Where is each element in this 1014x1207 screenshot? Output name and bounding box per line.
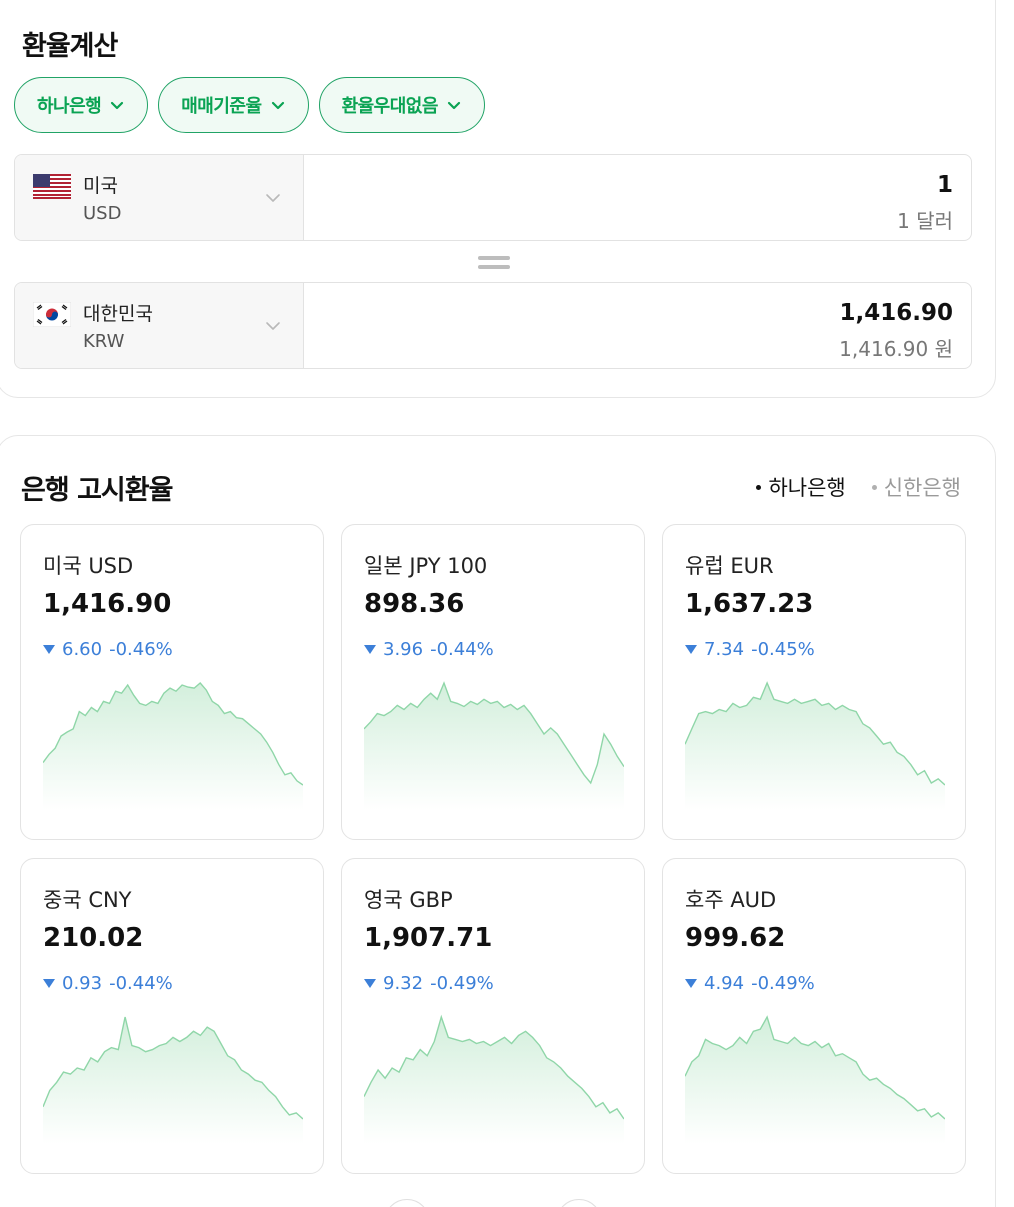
- bank-select-chip[interactable]: 하나은행: [14, 77, 149, 133]
- rate-card-rate: 1,637.23: [685, 589, 814, 619]
- rate-card-currency: 중국 CNY: [43, 888, 132, 912]
- bank-rates-title: 은행 고시환율: [21, 475, 173, 506]
- rate-card-change: 4.94 -0.49%: [685, 973, 815, 994]
- down-arrow-icon: [364, 979, 376, 988]
- chevron-down-icon: [447, 101, 461, 110]
- rate-card-usd[interactable]: 미국 USD 1,416.90 6.60 -0.46%: [20, 524, 324, 840]
- to-currency-row: 대한민국 KRW 1,416.90 1,416.90 원: [14, 282, 972, 369]
- to-amount-value: 1,416.90: [839, 300, 954, 326]
- change-amount: 6.60: [62, 639, 103, 660]
- rate-card-cny[interactable]: 중국 CNY 210.02 0.93 -0.44%: [20, 858, 324, 1174]
- rate-card-change: 6.60 -0.46%: [43, 639, 173, 660]
- trend-sparkline: [685, 1015, 945, 1144]
- down-arrow-icon: [685, 979, 697, 988]
- to-currency-name: 대한민국: [83, 303, 153, 325]
- rate-card-eur[interactable]: 유럽 EUR 1,637.23 7.34 -0.45%: [662, 524, 966, 840]
- rate-card-rate: 1,907.71: [364, 923, 493, 953]
- preferential-rate-label: 환율우대없음: [341, 96, 439, 117]
- change-amount: 3.96: [383, 639, 424, 660]
- down-arrow-icon: [43, 645, 55, 654]
- down-arrow-icon: [364, 645, 376, 654]
- rate-card-change: 7.34 -0.45%: [685, 639, 815, 660]
- trend-sparkline: [364, 1014, 624, 1144]
- us-flag-icon: [33, 174, 71, 199]
- rate-card-change: 9.32 -0.49%: [364, 973, 494, 994]
- rate-card-change: 3.96 -0.44%: [364, 639, 494, 660]
- sparkline-area: [43, 1017, 303, 1144]
- rate-card-currency: 일본 JPY 100: [364, 554, 488, 578]
- sparkline-area: [364, 1017, 624, 1144]
- change-percent: -0.44%: [430, 639, 494, 660]
- calculator-title: 환율계산: [22, 31, 118, 62]
- tab-hana-bank[interactable]: 하나은행: [756, 472, 846, 502]
- rate-card-currency: 미국 USD: [43, 554, 134, 578]
- preferential-rate-chip[interactable]: 환율우대없음: [318, 77, 485, 133]
- to-currency-code: KRW: [83, 331, 125, 352]
- trend-sparkline: [43, 1016, 303, 1144]
- trend-sparkline: [43, 682, 303, 810]
- change-percent: -0.46%: [109, 639, 173, 660]
- from-amount-text: 1 달러: [897, 209, 953, 233]
- rate-card-rate: 1,416.90: [43, 589, 172, 619]
- rate-type-chip[interactable]: 매매기준율: [158, 77, 309, 133]
- rate-card-gbp[interactable]: 영국 GBP 1,907.71 9.32 -0.49%: [341, 858, 645, 1174]
- chevron-down-icon: [111, 101, 124, 110]
- change-percent: -0.49%: [430, 973, 494, 994]
- chevron-down-icon: [266, 322, 280, 330]
- chevron-down-icon: [271, 101, 284, 110]
- down-arrow-icon: [43, 979, 55, 988]
- equals-icon: [478, 256, 510, 270]
- to-amount-field[interactable]: 1,416.90 1,416.90 원: [304, 283, 971, 368]
- bank-tabs: 하나은행 신한은행: [756, 472, 961, 502]
- tab-dot: [756, 484, 762, 490]
- kr-flag-icon: [33, 302, 71, 327]
- rate-card-currency: 영국 GBP: [364, 888, 453, 912]
- to-currency-select[interactable]: 대한민국 KRW: [15, 283, 304, 368]
- change-percent: -0.49%: [751, 973, 815, 994]
- rate-card-currency: 호주 AUD: [685, 888, 777, 912]
- rate-card-rate: 999.62: [685, 923, 786, 953]
- from-currency-code: USD: [83, 203, 122, 224]
- sparkline-area: [685, 683, 945, 810]
- rate-card-jpy[interactable]: 일본 JPY 100 898.36 3.96 -0.44%: [341, 524, 645, 840]
- change-amount: 7.34: [704, 639, 745, 660]
- rate-type-label: 매매기준율: [181, 96, 262, 117]
- tab-dot: [871, 484, 877, 490]
- sparkline-area: [685, 1017, 945, 1144]
- from-currency-row: 미국 USD 1 1 달러: [14, 154, 972, 241]
- trend-sparkline: [685, 681, 945, 810]
- rate-card-rate: 210.02: [43, 923, 144, 953]
- change-amount: 0.93: [62, 973, 103, 994]
- from-amount-value: 1: [936, 172, 953, 198]
- tab-label: 하나은행: [768, 476, 846, 500]
- from-currency-select[interactable]: 미국 USD: [15, 155, 304, 240]
- rate-card-aud[interactable]: 호주 AUD 999.62 4.94 -0.49%: [662, 858, 966, 1174]
- rate-card-currency: 유럽 EUR: [685, 554, 774, 578]
- rate-card-rate: 898.36: [364, 589, 465, 619]
- change-amount: 4.94: [704, 973, 745, 994]
- rate-card-change: 0.93 -0.44%: [43, 973, 173, 994]
- change-percent: -0.44%: [109, 973, 173, 994]
- tab-shinhan-bank[interactable]: 신한은행: [871, 472, 961, 502]
- bank-select-label: 하나은행: [37, 96, 102, 117]
- calculator-filters: 하나은행 매매기준율 환율우대없음: [14, 77, 485, 133]
- to-amount-text: 1,416.90 원: [839, 337, 953, 361]
- chevron-down-icon: [266, 194, 280, 202]
- from-amount-field[interactable]: 1 1 달러: [304, 155, 971, 240]
- from-currency-name: 미국: [83, 175, 118, 197]
- down-arrow-icon: [685, 645, 697, 654]
- tab-label: 신한은행: [883, 476, 961, 500]
- trend-sparkline: [364, 681, 624, 810]
- change-amount: 9.32: [383, 973, 424, 994]
- sparkline-area: [43, 683, 303, 810]
- change-percent: -0.45%: [751, 639, 815, 660]
